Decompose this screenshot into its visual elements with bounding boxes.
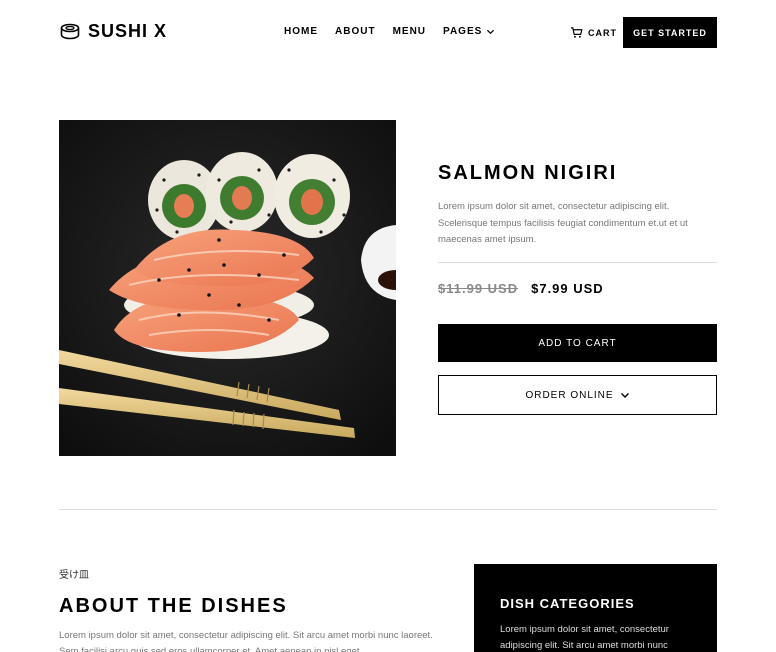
price-row: $11.99 USD $7.99 USD [438,281,604,296]
cart-label: CART [588,27,617,38]
nav-pages-label: PAGES [443,26,483,37]
nav-pages[interactable]: PAGES [443,26,495,37]
categories-title: DISH CATEGORIES [500,596,635,611]
brand-logo[interactable]: SUSHI X [60,21,167,42]
divider [438,262,717,263]
old-price: $11.99 USD [438,281,519,296]
nav-home[interactable]: HOME [284,26,318,37]
about-title: ABOUT THE DISHES [59,595,288,617]
nav-about[interactable]: ABOUT [335,26,376,37]
categories-text: Lorem ipsum dolor sit amet, consectetur … [500,624,669,651]
sushi-photo-illustration [59,120,396,456]
chevron-down-icon [620,393,629,398]
about-text: Lorem ipsum dolor sit amet, consectetur … [59,630,433,652]
dish-categories-card: DISH CATEGORIES Lorem ipsum dolor sit am… [474,564,717,652]
order-online-button[interactable]: ORDER ONLINE [438,375,717,415]
section-kicker: 受け皿 [59,570,89,581]
salmon-nigiri-image [59,120,396,456]
nav-menu[interactable]: MENU [393,26,426,37]
product-title: SALMON NIGIRI [438,162,618,184]
current-price: $7.99 USD [531,281,604,296]
get-started-button[interactable]: GET STARTED [623,17,717,48]
brand-name: SUSHI X [88,21,168,41]
product-details: SALMON NIGIRI Lorem ipsum dolor sit amet… [438,162,717,249]
order-online-label: ORDER ONLINE [525,389,614,401]
main-nav: HOME ABOUT MENU PAGES [284,26,495,37]
section-divider [59,509,717,510]
cart-link[interactable]: CART [570,26,617,39]
site-header: SUSHI X HOME ABOUT MENU PAGES CART GET S… [0,0,776,66]
product-description: Lorem ipsum dolor sit amet, consectetur … [438,201,688,245]
add-to-cart-button[interactable]: ADD TO CART [438,324,717,362]
sushi-logo-icon [60,23,80,39]
cart-icon [570,27,583,38]
chevron-down-icon [487,29,495,35]
